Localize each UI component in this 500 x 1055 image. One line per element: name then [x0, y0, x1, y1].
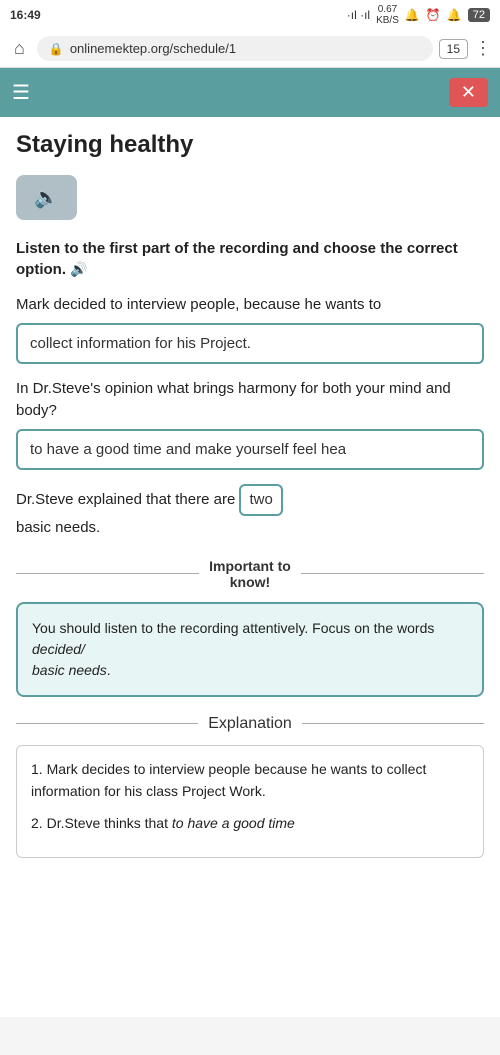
explanation-2-text: Dr.Steve thinks that	[47, 815, 172, 831]
divider-right-line	[301, 573, 484, 574]
alarm-icon: 🔔	[405, 8, 420, 22]
explanation-box: 1. Mark decides to interview people beca…	[16, 745, 484, 858]
important-label: Important toknow!	[209, 558, 291, 590]
info-italic1: decided/	[32, 641, 85, 657]
browser-bar: ⌂ 🔒 onlinemektep.org/schedule/1 15 ⋮	[0, 30, 500, 68]
question1-answer[interactable]: collect information for his Project.	[16, 323, 484, 364]
battery-badge: 72	[468, 8, 490, 22]
status-time: 16:49	[10, 8, 41, 22]
signal-icon: ·ıl ·ıl	[347, 8, 370, 22]
clock-icon: ⏰	[426, 8, 441, 22]
audio-button[interactable]: 🔊	[16, 175, 77, 220]
tab-count[interactable]: 15	[439, 39, 468, 59]
question3-line: Dr.Steve explained that there are two ba…	[16, 484, 484, 540]
page-title: Staying healthy	[16, 131, 484, 159]
explanation-2-number: 2.	[31, 815, 47, 831]
question3-answer[interactable]: two	[239, 484, 282, 516]
question2-text: In Dr.Steve's opinion what brings harmon…	[16, 378, 484, 423]
question1-text: Mark decided to interview people, becaus…	[16, 294, 484, 317]
home-button[interactable]: ⌂	[8, 36, 31, 61]
explanation-right-line	[302, 723, 484, 724]
explanation-item-2: 2. Dr.Steve thinks that to have a good t…	[31, 812, 469, 834]
info-box: You should listen to the recording atten…	[16, 602, 484, 697]
divider-left-line	[16, 573, 199, 574]
explanation-label: Explanation	[208, 715, 292, 733]
question3-prefix: Dr.Steve explained that there are	[16, 490, 235, 507]
instruction-text: Listen to the first part of the recordin…	[16, 238, 484, 280]
info-text1: You should listen to the recording atten…	[32, 620, 434, 636]
question2-answer[interactable]: to have a good time and make yourself fe…	[16, 429, 484, 470]
explanation-1-text: Mark decides to interview people because…	[31, 761, 426, 799]
action-bar: ☰ ✕	[0, 68, 500, 117]
info-italic2: basic needs	[32, 662, 107, 678]
audio-inline-icon[interactable]: 🔊	[70, 261, 87, 277]
main-content: Staying healthy 🔊 Listen to the first pa…	[0, 117, 500, 1017]
status-right: ·ıl ·ıl 0.67KB/S 🔔 ⏰ 🔔 72	[347, 4, 490, 26]
url-text: onlinemektep.org/schedule/1	[70, 41, 421, 56]
explanation-divider: Explanation	[16, 715, 484, 733]
info-text3: .	[107, 662, 111, 678]
url-bar[interactable]: 🔒 onlinemektep.org/schedule/1	[37, 36, 433, 61]
hamburger-menu-icon[interactable]: ☰	[12, 80, 30, 105]
explanation-2-italic: to have a good time	[172, 815, 295, 831]
volume-icon: 🔔	[447, 8, 462, 22]
important-divider: Important toknow!	[16, 558, 484, 590]
explanation-left-line	[16, 723, 198, 724]
network-speed: 0.67KB/S	[376, 4, 399, 26]
explanation-1-number: 1.	[31, 761, 47, 777]
status-bar: 16:49 ·ıl ·ıl 0.67KB/S 🔔 ⏰ 🔔 72	[0, 0, 500, 30]
question3-suffix: basic needs.	[16, 519, 100, 536]
close-button[interactable]: ✕	[449, 78, 488, 107]
explanation-item-1: 1. Mark decides to interview people beca…	[31, 758, 469, 803]
menu-dots-icon[interactable]: ⋮	[474, 38, 492, 59]
lock-icon: 🔒	[49, 42, 64, 56]
